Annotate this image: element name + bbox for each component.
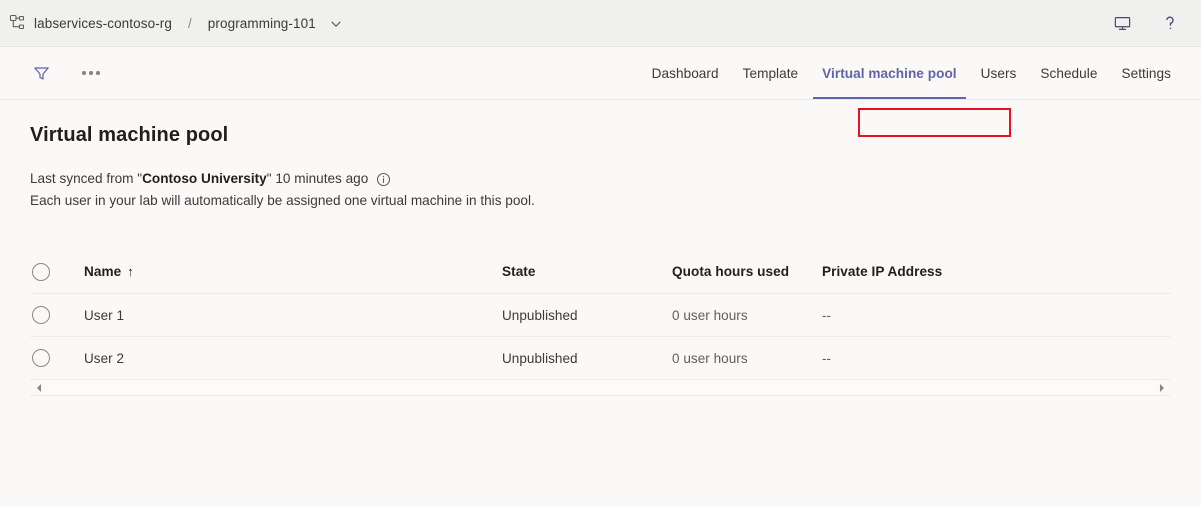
topbar-actions bbox=[1111, 12, 1187, 34]
horizontal-scrollbar[interactable] bbox=[30, 380, 1171, 396]
sort-ascending-icon: ↑ bbox=[127, 265, 134, 278]
column-header-private-ip-address[interactable]: Private IP Address bbox=[822, 264, 1171, 279]
command-bar: Dashboard Template Virtual machine pool … bbox=[0, 47, 1201, 100]
tab-schedule[interactable]: Schedule bbox=[1028, 47, 1109, 99]
cell-quota-hours-used: 0 user hours bbox=[672, 308, 822, 323]
chevron-down-icon[interactable] bbox=[330, 17, 342, 29]
pool-description-text: Each user in your lab will automatically… bbox=[30, 190, 535, 212]
nav-tabs: Dashboard Template Virtual machine pool … bbox=[640, 47, 1191, 99]
breadcrumb-lab-name[interactable]: programming-101 bbox=[208, 16, 316, 31]
filter-funnel-icon[interactable] bbox=[30, 62, 52, 84]
column-header-state[interactable]: State bbox=[502, 264, 672, 279]
breadcrumb-resource-group[interactable]: labservices-contoso-rg bbox=[34, 16, 172, 31]
scrollbar-track[interactable] bbox=[44, 380, 1157, 395]
column-header-name[interactable]: Name ↑ bbox=[84, 264, 502, 279]
cell-quota-hours-used: 0 user hours bbox=[672, 351, 822, 366]
row-select-cell[interactable] bbox=[32, 349, 84, 367]
tab-template[interactable]: Template bbox=[731, 47, 811, 99]
more-options-icon[interactable] bbox=[78, 65, 104, 81]
help-question-icon[interactable] bbox=[1159, 12, 1181, 34]
cell-private-ip-address: -- bbox=[822, 351, 1171, 366]
scroll-left-arrow[interactable] bbox=[34, 382, 44, 394]
row-select-cell[interactable] bbox=[32, 306, 84, 324]
sync-source-name: Contoso University bbox=[142, 168, 267, 190]
select-all-radio[interactable] bbox=[32, 263, 50, 281]
cell-private-ip-address: -- bbox=[822, 308, 1171, 323]
sync-suffix: " 10 minutes ago bbox=[267, 168, 369, 190]
row-radio[interactable] bbox=[32, 306, 50, 324]
table-row[interactable]: User 1 Unpublished 0 user hours -- bbox=[30, 294, 1171, 337]
command-bar-actions bbox=[30, 62, 104, 84]
tab-virtual-machine-pool[interactable]: Virtual machine pool bbox=[810, 47, 968, 99]
sync-prefix: Last synced from " bbox=[30, 168, 142, 190]
sync-status-line: Last synced from "Contoso University" 10… bbox=[30, 168, 1171, 190]
resource-group-icon bbox=[9, 14, 27, 32]
tab-users[interactable]: Users bbox=[969, 47, 1029, 99]
page-title: Virtual machine pool bbox=[30, 124, 1171, 147]
cell-name: User 1 bbox=[84, 308, 502, 323]
table-row[interactable]: User 2 Unpublished 0 user hours -- bbox=[30, 337, 1171, 380]
tab-settings[interactable]: Settings bbox=[1109, 47, 1183, 99]
column-header-quota-hours-used[interactable]: Quota hours used bbox=[672, 264, 822, 279]
breadcrumb-separator: / bbox=[188, 16, 192, 31]
cell-name: User 2 bbox=[84, 351, 502, 366]
row-radio[interactable] bbox=[32, 349, 50, 367]
column-header-name-label: Name bbox=[84, 264, 121, 279]
tab-dashboard[interactable]: Dashboard bbox=[640, 47, 731, 99]
vm-pool-table: Name ↑ State Quota hours used Private IP… bbox=[30, 250, 1171, 396]
lab-services-app: labservices-contoso-rg / programming-101 bbox=[0, 0, 1201, 506]
monitor-icon[interactable] bbox=[1111, 12, 1133, 34]
page-description: Last synced from "Contoso University" 10… bbox=[30, 168, 1171, 212]
table-header-row: Name ↑ State Quota hours used Private IP… bbox=[30, 250, 1171, 294]
cell-state: Unpublished bbox=[502, 351, 672, 366]
pool-description-line: Each user in your lab will automatically… bbox=[30, 190, 1171, 212]
cell-state: Unpublished bbox=[502, 308, 672, 323]
select-all-cell[interactable] bbox=[32, 263, 84, 281]
breadcrumb-bar: labservices-contoso-rg / programming-101 bbox=[0, 0, 1201, 47]
info-circle-icon[interactable] bbox=[376, 172, 391, 187]
breadcrumb: labservices-contoso-rg / programming-101 bbox=[9, 14, 342, 32]
scroll-right-arrow[interactable] bbox=[1157, 382, 1167, 394]
main-content: Virtual machine pool Last synced from "C… bbox=[0, 100, 1201, 506]
